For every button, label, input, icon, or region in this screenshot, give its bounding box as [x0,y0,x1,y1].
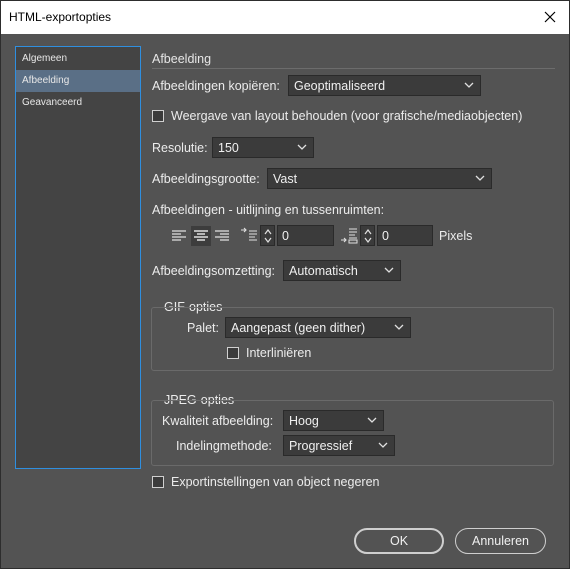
copy-images-select[interactable]: Geoptimaliseerd [288,75,481,96]
section-divider [152,68,555,69]
conversion-select[interactable]: Automatisch [283,260,401,281]
window-title: HTML-exportopties [9,10,112,24]
chevron-down-icon [394,324,404,330]
pixels-unit-label: Pixels [439,229,473,243]
interlace-label: Interliniëren [246,346,312,360]
copy-images-value: Geoptimaliseerd [294,79,386,93]
close-button[interactable] [535,4,565,30]
resolution-value: 150 [218,141,239,155]
ignore-export-label: Exportinstellingen van object negeren [171,475,380,489]
space-after-icon [341,228,358,244]
chevron-down-icon [378,442,388,448]
space-before-icon [241,227,257,241]
align-center-icon [194,230,208,241]
sidebar-item-afbeelding[interactable]: Afbeelding [16,70,140,92]
chevron-down-icon [297,144,307,150]
interlace-checkbox[interactable] [227,347,239,359]
chevron-down-icon [475,175,485,181]
category-sidebar: Algemeen Afbeelding Geavanceerd [15,46,141,469]
ignore-export-checkbox[interactable] [152,476,164,488]
close-icon [544,11,556,23]
quality-select[interactable]: Hoog [283,410,384,431]
space-before-stepper[interactable] [260,225,275,246]
space-before-input[interactable]: 0 [277,225,334,246]
align-right-icon[interactable] [214,229,230,243]
ok-button[interactable]: OK [354,528,444,554]
space-after-input[interactable]: 0 [377,225,433,246]
section-title: Afbeelding [152,52,212,66]
conversion-label: Afbeeldingsomzetting: [152,264,275,278]
method-value: Progressief [289,439,353,453]
cancel-button[interactable]: Annuleren [455,528,546,554]
space-after-stepper[interactable] [360,225,375,246]
preserve-layout-label: Weergave van layout behouden (voor grafi… [171,109,523,123]
method-select[interactable]: Progressief [283,435,395,456]
resolution-select[interactable]: 150 [212,137,314,158]
chevron-down-icon [464,82,474,88]
copy-images-label: Afbeeldingen kopiëren: [152,79,280,93]
palette-value: Aangepast (geen dither) [231,321,366,335]
chevron-down-icon [367,417,377,423]
chevron-down-icon [384,267,394,273]
sidebar-item-geavanceerd[interactable]: Geavanceerd [16,92,140,114]
image-size-label: Afbeeldingsgrootte: [152,172,260,186]
image-size-select[interactable]: Vast [267,168,492,189]
image-size-value: Vast [273,172,298,186]
conversion-value: Automatisch [289,264,358,278]
align-center-button[interactable] [191,226,211,246]
quality-value: Hoog [289,414,319,428]
title-bar: HTML-exportopties [1,1,569,34]
method-label: Indelingmethode: [176,439,272,453]
stepper-arrows-icon [264,229,272,243]
quality-label: Kwaliteit afbeelding: [162,414,274,428]
align-left-icon[interactable] [171,229,187,243]
dialog-window: HTML-exportopties Algemeen Afbeelding Ge… [0,0,570,569]
alignment-label: Afbeeldingen - uitlijning en tussenruimt… [152,203,385,217]
palette-label: Palet: [187,321,219,335]
sidebar-item-algemeen[interactable]: Algemeen [16,48,140,70]
stepper-arrows-icon [364,229,372,243]
resolution-label: Resolutie: [152,141,208,155]
preserve-layout-checkbox[interactable] [152,110,164,122]
palette-select[interactable]: Aangepast (geen dither) [225,317,411,338]
